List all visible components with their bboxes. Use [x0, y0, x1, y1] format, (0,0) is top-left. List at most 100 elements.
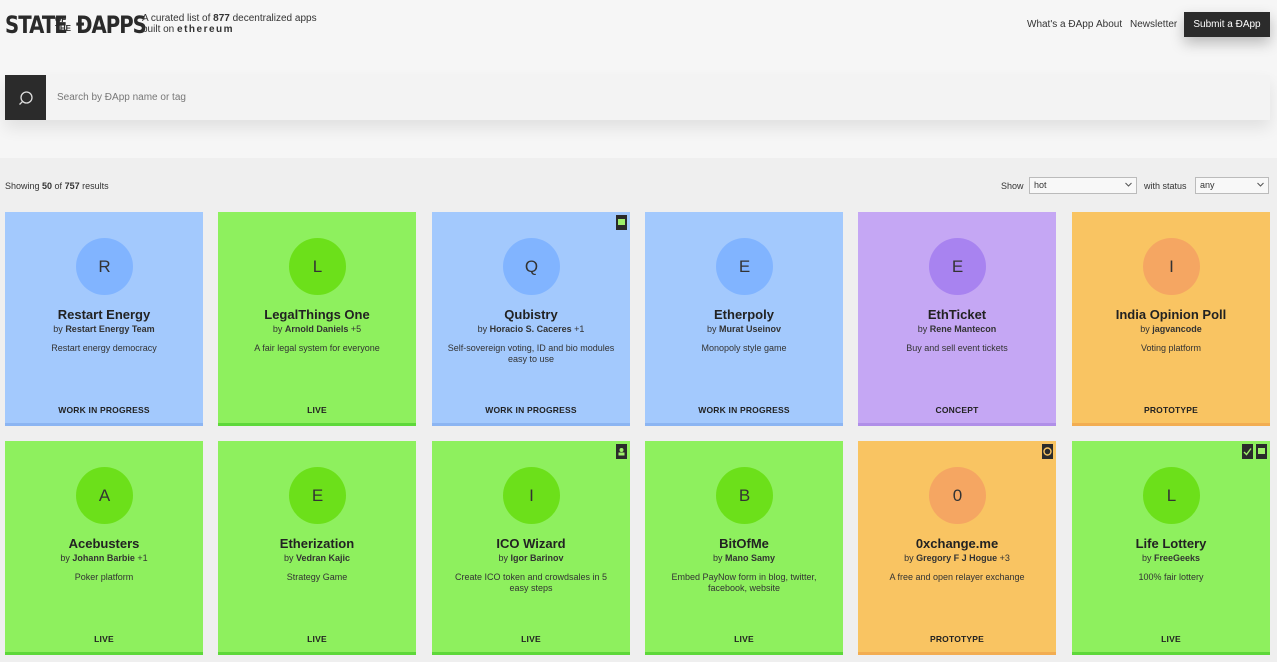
- logo-dapps: ĐAPPS: [76, 11, 147, 39]
- show-label: Show: [1001, 181, 1024, 191]
- card-description: Buy and sell event tickets: [906, 343, 1008, 353]
- nav-whats-a-dapp[interactable]: What's a ĐApp: [1027, 19, 1093, 30]
- nav-newsletter[interactable]: Newsletter: [1130, 19, 1177, 30]
- card-title[interactable]: Life Lottery: [1072, 536, 1270, 551]
- dapp-card[interactable]: Q Qubistry by Horacio S. Caceres +1 Self-so…: [432, 212, 630, 426]
- card-description: Self-sovereign voting, ID and bio module…: [447, 343, 615, 364]
- card-badges: [616, 215, 627, 230]
- dapp-card[interactable]: B BitOfMe by Mano Samy Embed PayNow form in…: [645, 441, 843, 655]
- search-button[interactable]: [5, 75, 46, 120]
- dapp-card[interactable]: E EthTicket by Rene Mantecon Buy and sell e…: [858, 212, 1056, 426]
- card-title[interactable]: 0xchange.me: [858, 536, 1056, 551]
- dapp-card[interactable]: E Etherization by Vedran Kajic Strategy Gam…: [218, 441, 416, 655]
- search-input[interactable]: [57, 75, 1257, 120]
- avatar: E: [929, 238, 986, 295]
- card-author: by FreeGeeks: [1141, 553, 1201, 563]
- nav-about[interactable]: About: [1096, 19, 1122, 30]
- avatar: E: [716, 238, 773, 295]
- card-author: by Igor Barinov: [498, 553, 564, 563]
- card-badges: [1042, 444, 1053, 459]
- show-select-value: hot: [1034, 180, 1047, 190]
- tagline: A curated list of 877 decentralized apps…: [142, 13, 317, 35]
- dapp-card[interactable]: 0 0xchange.me by Gregory F J Hogue +3 A fre…: [858, 441, 1056, 655]
- results-count: Showing 50 of 757 results: [5, 181, 109, 191]
- avatar: R: [76, 238, 133, 295]
- status-label: with status: [1144, 181, 1187, 191]
- logo[interactable]: STATE OF THE ĐAPPS: [5, 11, 147, 39]
- card-description: Poker platform: [74, 572, 134, 582]
- status-badge: LIVE: [521, 634, 541, 644]
- chevron-down-icon: [1257, 182, 1264, 187]
- card-badges: [1242, 444, 1267, 459]
- card-description: Monopoly style game: [701, 343, 787, 353]
- search-icon: [19, 91, 33, 105]
- submit-dapp-button[interactable]: Submit a ĐApp: [1184, 12, 1270, 37]
- status-badge: LIVE: [94, 634, 114, 644]
- status-badge: WORK IN PROGRESS: [485, 405, 577, 415]
- avatar: L: [289, 238, 346, 295]
- card-description: Create ICO token and crowdsales in 5 eas…: [454, 572, 608, 593]
- card-author: by Horacio S. Caceres +1: [477, 324, 585, 334]
- card-author: by Gregory F J Hogue +3: [904, 553, 1010, 563]
- card-description: Voting platform: [1140, 343, 1202, 353]
- status-select-value: any: [1200, 180, 1215, 190]
- avatar: 0: [929, 467, 986, 524]
- avatar: I: [503, 467, 560, 524]
- card-badges: [616, 444, 627, 459]
- dapp-card[interactable]: I India Opinion Poll by jagvancode Voting p…: [1072, 212, 1270, 426]
- github-icon: [1042, 444, 1053, 459]
- header: STATE OF THE ĐAPPS A curated list of 877 …: [0, 0, 1277, 158]
- card-description: 100% fair lottery: [1138, 572, 1204, 582]
- avatar: I: [1143, 238, 1200, 295]
- card-author: by jagvancode: [1140, 324, 1202, 334]
- card-description: Embed PayNow form in blog, twitter, face…: [671, 572, 817, 593]
- avatar: B: [716, 467, 773, 524]
- status-badge: PROTOTYPE: [1143, 405, 1199, 415]
- avatar: A: [76, 467, 133, 524]
- card-title[interactable]: ICO Wizard: [432, 536, 630, 551]
- status-badge: LIVE: [1161, 634, 1181, 644]
- card-title[interactable]: Qubistry: [432, 307, 630, 322]
- card-author: by Mano Samy: [712, 553, 776, 563]
- status-badge: WORK IN PROGRESS: [58, 405, 150, 415]
- card-author: by Restart Energy Team: [53, 324, 155, 334]
- avatar: E: [289, 467, 346, 524]
- search-bar: [5, 75, 1270, 120]
- status-badge: PROTOTYPE: [929, 634, 985, 644]
- dapp-card[interactable]: I ICO Wizard by Igor Barinov Create ICO tok…: [432, 441, 630, 655]
- card-title[interactable]: LegalThings One: [218, 307, 416, 322]
- chevron-down-icon: [1125, 182, 1132, 187]
- status-badge: CONCEPT: [935, 405, 979, 415]
- status-badge: LIVE: [734, 634, 754, 644]
- status-select[interactable]: any: [1195, 177, 1269, 194]
- card-description: Strategy Game: [286, 572, 348, 582]
- user-icon: [616, 444, 627, 459]
- card-title[interactable]: BitOfMe: [645, 536, 843, 551]
- dapp-card[interactable]: E Etherpoly by Murat Useinov Monopoly style…: [645, 212, 843, 426]
- dapp-card[interactable]: L LegalThings One by Arnold Daniels +5 A fa…: [218, 212, 416, 426]
- card-author: by Vedran Kajic: [283, 553, 351, 563]
- card-title[interactable]: Restart Energy: [5, 307, 203, 322]
- dapp-card[interactable]: R Restart Energy by Restart Energy Team Res…: [5, 212, 203, 426]
- card-title[interactable]: India Opinion Poll: [1072, 307, 1270, 322]
- card-title[interactable]: EthTicket: [858, 307, 1056, 322]
- card-author: by Arnold Daniels +5: [272, 324, 362, 334]
- card-title[interactable]: Acebusters: [5, 536, 203, 551]
- card-description: Restart energy democracy: [51, 343, 157, 353]
- card-author: by Johann Barbie +1: [60, 553, 148, 563]
- logo-of-the: OF THE: [55, 15, 71, 33]
- flag-icon: [616, 215, 627, 230]
- dapp-card[interactable]: L Life Lottery by FreeGeeks 100% fair lotte…: [1072, 441, 1270, 655]
- dapp-card[interactable]: A Acebusters by Johann Barbie +1 Poker plat…: [5, 441, 203, 655]
- card-description: A fair legal system for everyone: [254, 343, 380, 353]
- card-title[interactable]: Etherization: [218, 536, 416, 551]
- status-badge: WORK IN PROGRESS: [698, 405, 790, 415]
- show-select[interactable]: hot: [1029, 177, 1137, 194]
- card-author: by Rene Mantecon: [917, 324, 997, 334]
- card-title[interactable]: Etherpoly: [645, 307, 843, 322]
- card-author: by Murat Useinov: [706, 324, 782, 334]
- avatar: L: [1143, 467, 1200, 524]
- card-description: A free and open relayer exchange: [889, 572, 1025, 582]
- flag-icon: [1256, 444, 1267, 459]
- status-badge: LIVE: [307, 634, 327, 644]
